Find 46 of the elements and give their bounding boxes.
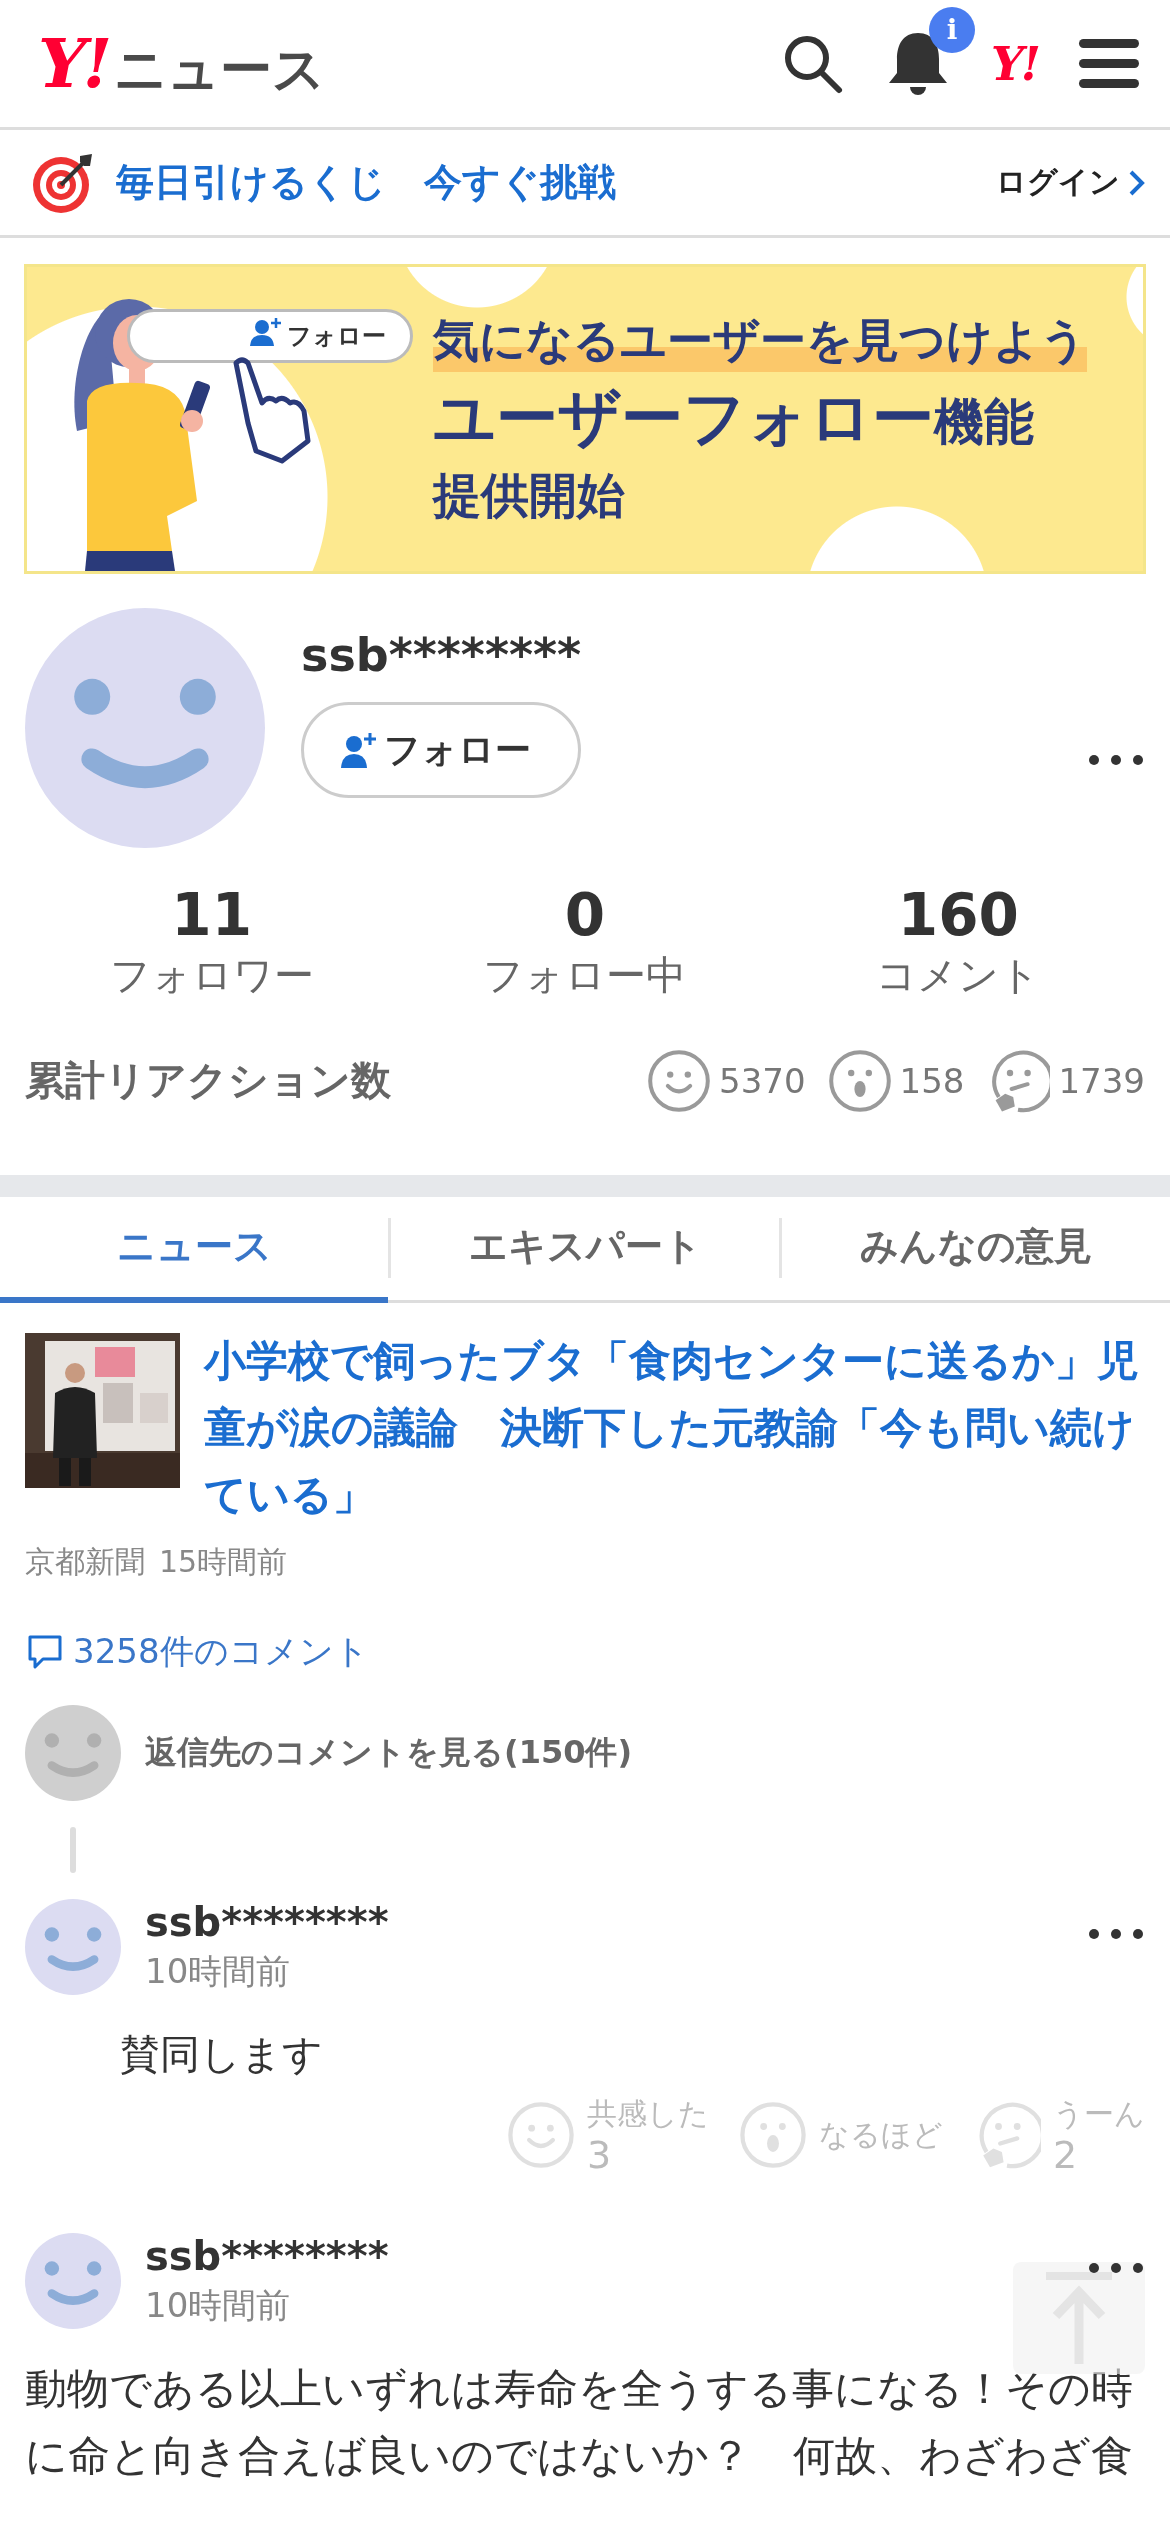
person-plus-icon [338, 730, 378, 770]
more-icon[interactable] [1087, 1926, 1145, 1941]
comment-text: 動物である以上いずれは寿命を全うする事になる！その時に命と向き合えば良いのではないか？ 何故、わざわざ食 [25, 2362, 1134, 2482]
comment-time: 10時間前 [145, 1949, 292, 1993]
more-icon[interactable] [1087, 753, 1145, 767]
stat-value: 0 [564, 884, 606, 948]
article-title-link[interactable]: 小学校で飼ったブタ「食肉センターに送るか」児童が涙の議論 決断下した元教諭「今も問い続けている」 [204, 1326, 1145, 1528]
smile-face-icon [507, 2101, 575, 2170]
reaction-total-label: 累計リアクション数 [25, 1056, 391, 1106]
banner-headline: ユーザーフォロー機能 [433, 380, 1035, 456]
surprised-face-icon [739, 2101, 807, 2170]
comment-time: 10時間前 [145, 2283, 292, 2327]
more-icon[interactable] [1087, 2260, 1145, 2275]
lottery-link[interactable]: 毎日引けるくじ 今すぐ挑戦 [116, 157, 976, 208]
tab[interactable]: みんなの意見 [782, 1196, 1170, 1303]
comments-link[interactable]: 3258件のコメント [25, 1628, 1145, 1675]
follow-feature-banner[interactable]: フォロー 気になるユーザーを見つけよう ユーザーフォロー機能 提供開始 [24, 264, 1146, 574]
reaction-count: 158 [899, 1060, 965, 1101]
article-source: 京都新聞 [25, 1542, 145, 1581]
logo[interactable]: Y! [38, 22, 109, 103]
notification-badge: i [928, 6, 975, 53]
comment-username[interactable]: ssb******** [145, 2232, 389, 2279]
smile-face-icon [647, 1048, 712, 1113]
surprised-face-icon [827, 1048, 892, 1113]
comment-text: 賛同します [120, 2029, 324, 2079]
stat-value: 160 [897, 884, 1019, 948]
article-time: 15時間前 [159, 1542, 288, 1581]
reaction-count: 1739 [1058, 1060, 1145, 1101]
tab[interactable]: エキスパート [391, 1196, 779, 1303]
banner-subline: 提供開始 [433, 466, 626, 525]
stat-label: フォロー中 [483, 950, 687, 1000]
stat-label: フォロワー [109, 950, 314, 1000]
reaction-count: 5370 [719, 1060, 806, 1101]
tab[interactable]: ニュース [0, 1196, 388, 1303]
username: ssb******** [301, 628, 582, 682]
follow-button: フォロー [127, 309, 413, 363]
yahoo-link[interactable]: Y! [990, 36, 1038, 91]
stat-label: コメント [876, 950, 1041, 1000]
login-link[interactable]: ログイン [996, 162, 1148, 203]
person-plus-icon [249, 317, 283, 347]
menu-icon[interactable] [1078, 36, 1140, 91]
stat-value: 11 [171, 884, 252, 948]
service-name: ニュース [114, 37, 326, 101]
follow-button[interactable]: フォロー [301, 702, 582, 798]
parent-comment-link[interactable]: 返信先のコメントを見る(150件) [145, 1730, 633, 1775]
comment-username[interactable]: ssb******** [145, 1898, 389, 1945]
